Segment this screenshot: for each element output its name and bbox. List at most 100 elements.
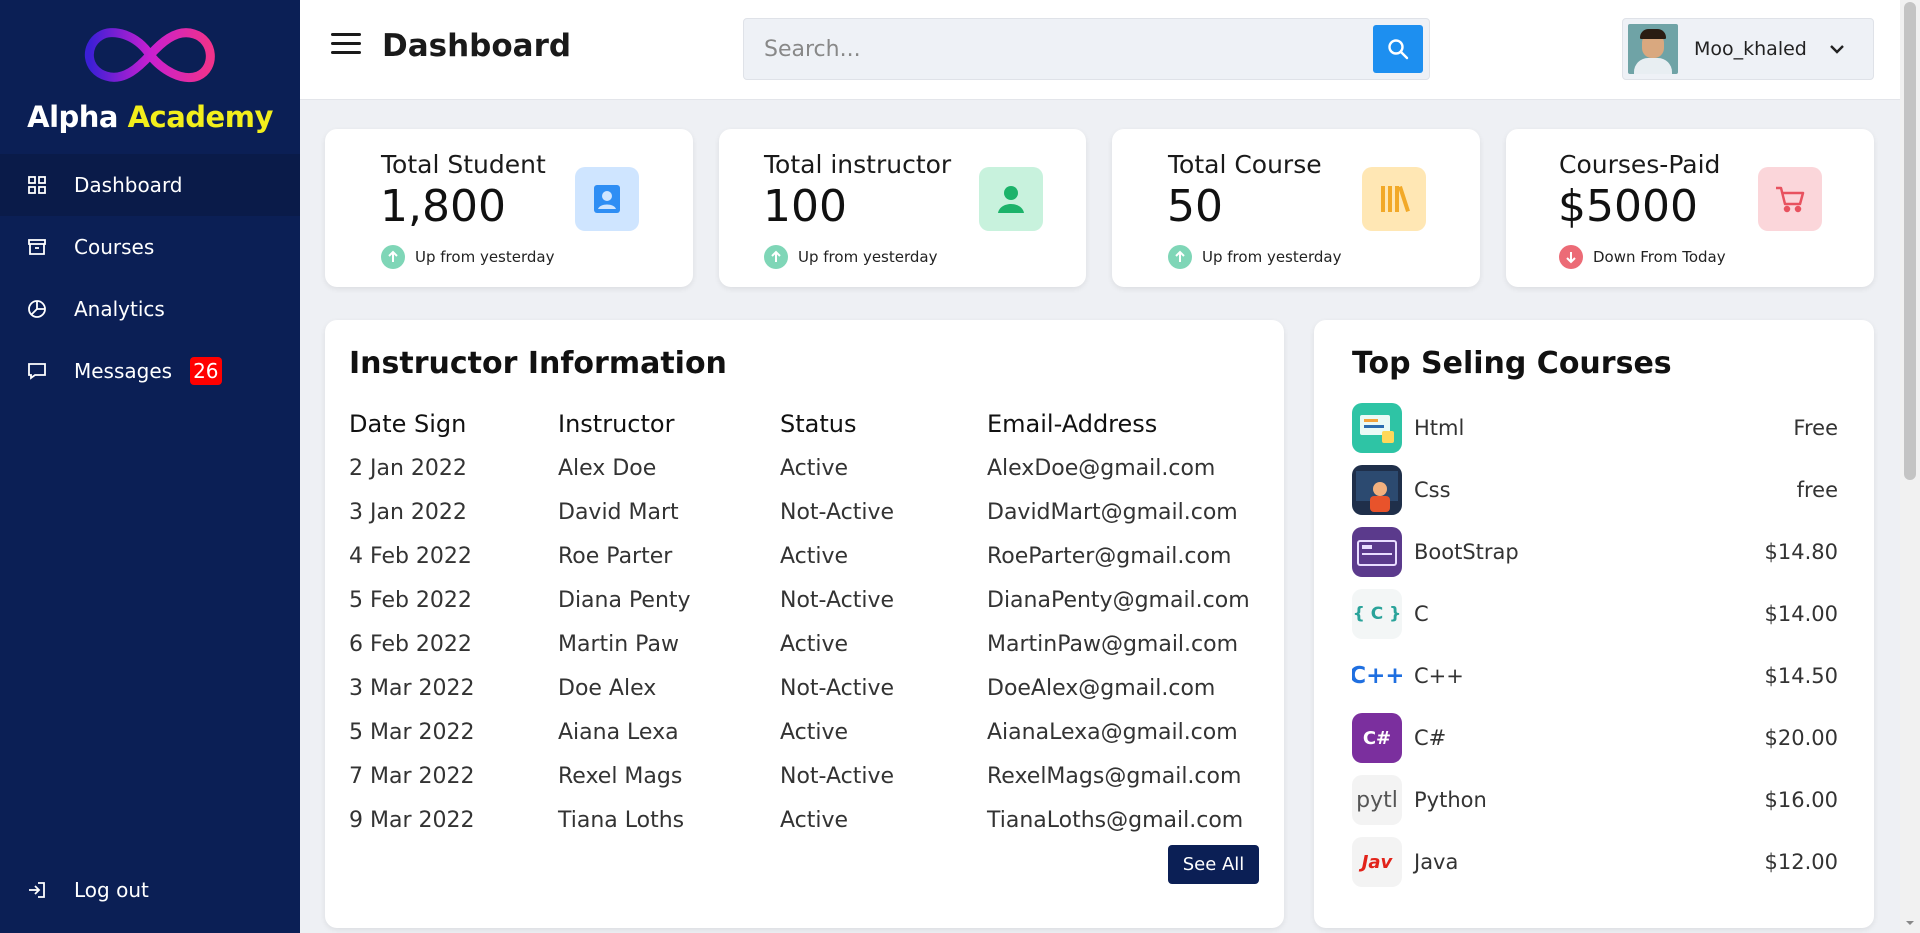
instructor-cell: Roe Parter: [558, 543, 673, 569]
course-item-bootstrap[interactable]: BootStrap $14.80: [1352, 526, 1838, 578]
sidebar-item-messages[interactable]: Messages 26: [0, 340, 300, 402]
search-button[interactable]: [1373, 25, 1423, 73]
section-title: Instructor Information: [349, 346, 727, 381]
course-name: BootStrap: [1414, 540, 1519, 564]
stat-trend: Up from yesterday: [1168, 245, 1341, 269]
status-cell: Not-Active: [780, 763, 895, 789]
instructor-cell: Doe Alex: [558, 675, 657, 701]
hamburger-menu-icon[interactable]: [331, 33, 361, 57]
status-cell: Not-Active: [780, 587, 895, 613]
stat-card-total-student: Total Student 1,800 Up from yesterday: [325, 129, 693, 287]
course-item-java[interactable]: Jav Java $12.00: [1352, 836, 1838, 888]
stat-card-courses-paid: Courses-Paid $5000 Down From Today: [1506, 129, 1874, 287]
page-scrollbar[interactable]: [1900, 0, 1920, 933]
sidebar-item-label: Courses: [74, 235, 155, 259]
username: Moo_khaled: [1694, 38, 1807, 60]
stat-value: 100: [763, 181, 847, 232]
course-price: $14.50: [1764, 664, 1838, 688]
user-profile-dropdown[interactable]: Moo_khaled: [1622, 18, 1874, 80]
stat-trend-label: Up from yesterday: [415, 248, 555, 266]
stat-trend: Up from yesterday: [381, 245, 554, 269]
course-price: $12.00: [1764, 850, 1838, 874]
html-course-thumbnail: [1352, 403, 1402, 453]
logout-icon: [26, 879, 48, 901]
date-cell: 3 Mar 2022: [349, 675, 475, 701]
stat-value: 1,800: [380, 181, 506, 232]
course-name: Java: [1414, 850, 1459, 874]
sidebar-item-dashboard[interactable]: Dashboard: [0, 154, 300, 216]
date-cell: 7 Mar 2022: [349, 763, 475, 789]
brand-name: Alpha Academy: [27, 100, 273, 134]
course-item-c[interactable]: { C } C $14.00: [1352, 588, 1838, 640]
status-cell: Active: [780, 719, 849, 745]
table-row: 7 Mar 2022 Rexel Mags Not-Active RexelMags@…: [349, 754, 1257, 798]
see-all-button[interactable]: See All: [1168, 845, 1259, 884]
scrollbar-thumb[interactable]: [1904, 2, 1916, 480]
course-item-css[interactable]: Css free: [1352, 464, 1838, 516]
scroll-down-arrow-icon[interactable]: [1900, 913, 1920, 933]
status-cell: Active: [780, 543, 849, 569]
email-cell: DavidMart@gmail.com: [987, 499, 1238, 525]
course-name: Html: [1414, 416, 1465, 440]
course-name: C: [1414, 602, 1429, 626]
cart-icon: [1758, 167, 1822, 231]
instructor-cell: Rexel Mags: [558, 763, 683, 789]
date-cell: 3 Jan 2022: [349, 499, 467, 525]
email-cell: DianaPenty@gmail.com: [987, 587, 1250, 613]
course-item-cpp[interactable]: C++ C++ $14.50: [1352, 650, 1838, 702]
brand: Alpha Academy: [0, 0, 300, 154]
email-cell: RexelMags@gmail.com: [987, 763, 1242, 789]
course-price: Free: [1793, 416, 1838, 440]
logout-button[interactable]: Log out: [0, 859, 300, 921]
page-title: Dashboard: [382, 28, 572, 64]
stat-value: $5000: [1558, 181, 1698, 232]
books-icon: [1362, 167, 1426, 231]
c-course-thumbnail: { C }: [1352, 589, 1402, 639]
column-header: Status: [780, 410, 857, 438]
course-price: $16.00: [1764, 788, 1838, 812]
course-price: $14.80: [1764, 540, 1838, 564]
infinity-logo-icon: [85, 28, 215, 82]
status-cell: Active: [780, 455, 849, 481]
instructor-cell: Diana Penty: [558, 587, 691, 613]
date-cell: 2 Jan 2022: [349, 455, 467, 481]
column-header: Instructor: [558, 410, 675, 438]
table-row: 4 Feb 2022 Roe Parter Active RoeParter@gmai…: [349, 534, 1257, 578]
python-course-thumbnail: pytl: [1352, 775, 1402, 825]
top-bar: Dashboard Moo_khaled: [300, 0, 1900, 100]
course-item-html[interactable]: Html Free: [1352, 402, 1838, 454]
bootstrap-course-thumbnail: [1352, 527, 1402, 577]
course-name: Python: [1414, 788, 1487, 812]
course-price: $20.00: [1764, 726, 1838, 750]
stat-trend: Down From Today: [1559, 245, 1726, 269]
course-item-python[interactable]: pytl Python $16.00: [1352, 774, 1838, 826]
sidebar-nav: Dashboard Courses Analytics Messages 26: [0, 154, 300, 402]
search-input[interactable]: [744, 19, 1364, 79]
messages-count-badge: 26: [190, 357, 222, 385]
course-item-csharp[interactable]: C# C# $20.00: [1352, 712, 1838, 764]
date-cell: 5 Feb 2022: [349, 587, 472, 613]
instructor-table: Date Sign Instructor Status Email-Addres…: [349, 402, 1257, 842]
avatar: [1628, 24, 1678, 74]
date-cell: 9 Mar 2022: [349, 807, 475, 833]
sidebar-item-label: Analytics: [74, 297, 165, 321]
sidebar-item-analytics[interactable]: Analytics: [0, 278, 300, 340]
arrow-up-icon: [1168, 245, 1192, 269]
search-icon: [1388, 39, 1409, 60]
status-cell: Not-Active: [780, 675, 895, 701]
email-cell: AlexDoe@gmail.com: [987, 455, 1216, 481]
date-cell: 4 Feb 2022: [349, 543, 472, 569]
instructor-cell: Martin Paw: [558, 631, 679, 657]
email-cell: DoeAlex@gmail.com: [987, 675, 1216, 701]
column-header: Email-Address: [987, 410, 1158, 438]
sidebar: Alpha Academy Dashboard Courses Analytic…: [0, 0, 300, 933]
sidebar-item-courses[interactable]: Courses: [0, 216, 300, 278]
pie-chart-icon: [26, 298, 48, 320]
top-courses-card: Top Seling Courses Html Free Css free Bo…: [1314, 320, 1874, 928]
email-cell: AianaLexa@gmail.com: [987, 719, 1238, 745]
column-header: Date Sign: [349, 410, 467, 438]
arrow-up-icon: [764, 245, 788, 269]
table-row: 5 Mar 2022 Aiana Lexa Active AianaLexa@gmai…: [349, 710, 1257, 754]
search-box: [743, 18, 1430, 80]
brand-name-part2: Academy: [127, 100, 274, 134]
